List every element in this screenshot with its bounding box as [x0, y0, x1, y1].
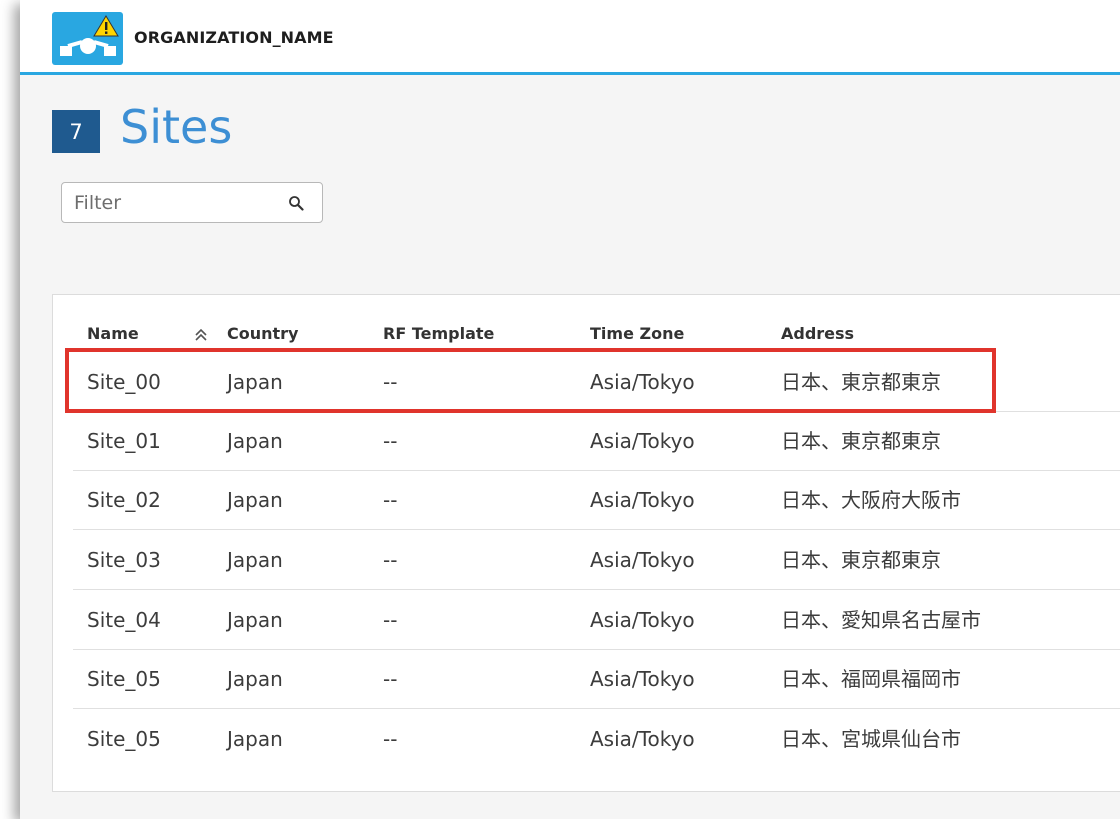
cell-country: Japan [227, 727, 283, 751]
cell-address: 日本、東京都東京 [781, 370, 941, 394]
app-window: ORGANIZATION_NAME 7 Sites Name Country R… [20, 0, 1120, 819]
network-warning-logo-icon[interactable] [52, 12, 123, 65]
top-bar: ORGANIZATION_NAME [20, 0, 1120, 75]
cell-country: Japan [227, 488, 283, 512]
table-row[interactable]: Site_01 Japan -- Asia/Tokyo 日本、東京都東京 [73, 412, 1120, 471]
filter-box [61, 182, 323, 223]
cell-name[interactable]: Site_02 [87, 471, 161, 529]
cell-rf-template: -- [383, 370, 398, 394]
search-icon[interactable] [288, 195, 304, 211]
cell-country: Japan [227, 608, 283, 632]
cell-rf-template: -- [383, 429, 398, 453]
cell-time-zone: Asia/Tokyo [590, 608, 695, 632]
cell-country: Japan [227, 548, 283, 572]
sort-ascending-icon[interactable] [194, 327, 208, 341]
cell-country: Japan [227, 429, 283, 453]
cell-name[interactable]: Site_00 [87, 353, 161, 411]
logo-graphic [60, 15, 119, 56]
column-header-name[interactable]: Name [87, 324, 139, 343]
table-row[interactable]: Site_02 Japan -- Asia/Tokyo 日本、大阪府大阪市 [73, 471, 1120, 530]
cell-rf-template: -- [383, 667, 398, 691]
cell-country: Japan [227, 667, 283, 691]
page-title: Sites [120, 100, 233, 154]
cell-address: 日本、福岡県福岡市 [781, 667, 961, 691]
cell-rf-template: -- [383, 548, 398, 572]
filter-input[interactable] [62, 183, 282, 222]
cell-name[interactable]: Site_05 [87, 710, 161, 768]
organization-name[interactable]: ORGANIZATION_NAME [134, 28, 334, 47]
cell-address: 日本、大阪府大阪市 [781, 488, 961, 512]
cell-rf-template: -- [383, 488, 398, 512]
cell-name[interactable]: Site_05 [87, 650, 161, 708]
column-header-address[interactable]: Address [781, 324, 854, 343]
cell-rf-template: -- [383, 608, 398, 632]
cell-time-zone: Asia/Tokyo [590, 488, 695, 512]
cell-country: Japan [227, 370, 283, 394]
cell-name[interactable]: Site_01 [87, 412, 161, 470]
cell-address: 日本、宮城県仙台市 [781, 727, 961, 751]
cell-address: 日本、東京都東京 [781, 429, 941, 453]
cell-time-zone: Asia/Tokyo [590, 429, 695, 453]
cell-name[interactable]: Site_04 [87, 591, 161, 649]
column-header-rf-template[interactable]: RF Template [383, 324, 494, 343]
column-header-time-zone[interactable]: Time Zone [590, 324, 684, 343]
table-row[interactable]: Site_03 Japan -- Asia/Tokyo 日本、東京都東京 [73, 531, 1120, 590]
table-row[interactable]: Site_05 Japan -- Asia/Tokyo 日本、宮城県仙台市 [73, 710, 1120, 769]
cell-time-zone: Asia/Tokyo [590, 548, 695, 572]
table-row[interactable]: Site_05 Japan -- Asia/Tokyo 日本、福岡県福岡市 [73, 650, 1120, 709]
cell-time-zone: Asia/Tokyo [590, 370, 695, 394]
table-row[interactable]: Site_04 Japan -- Asia/Tokyo 日本、愛知県名古屋市 [73, 591, 1120, 650]
table-row[interactable]: Site_00 Japan -- Asia/Tokyo 日本、東京都東京 [73, 353, 1120, 412]
cell-address: 日本、東京都東京 [781, 548, 941, 572]
cell-time-zone: Asia/Tokyo [590, 667, 695, 691]
cell-time-zone: Asia/Tokyo [590, 727, 695, 751]
cell-name[interactable]: Site_03 [87, 531, 161, 589]
column-header-country[interactable]: Country [227, 324, 298, 343]
site-count-badge: 7 [52, 110, 100, 153]
cell-address: 日本、愛知県名古屋市 [781, 608, 981, 632]
cell-rf-template: -- [383, 727, 398, 751]
